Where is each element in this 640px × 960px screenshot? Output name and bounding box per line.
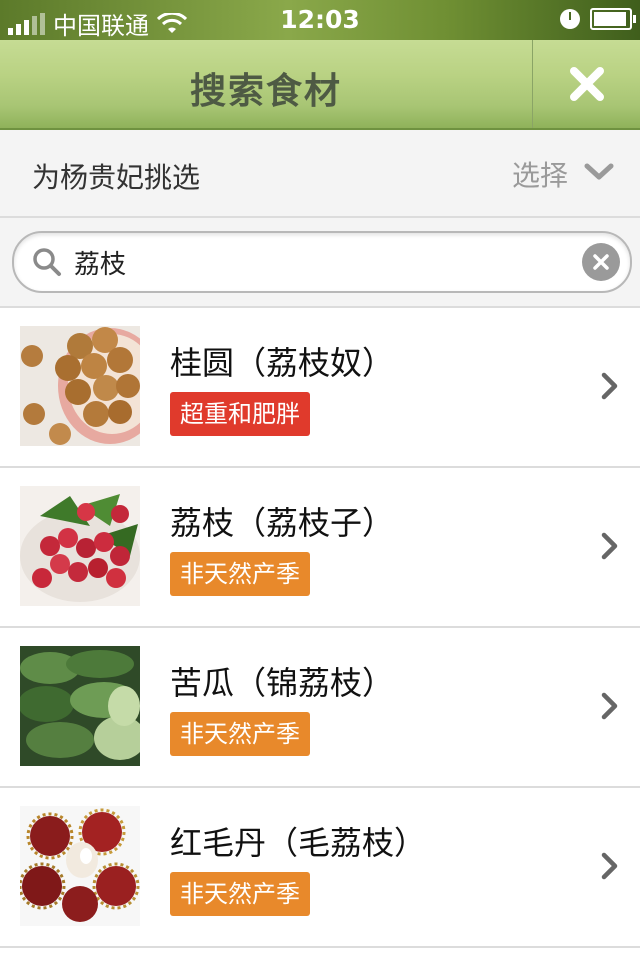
status-badge: 非天然产季: [170, 712, 310, 756]
status-badge: 超重和肥胖: [170, 392, 310, 436]
search-box[interactable]: [12, 231, 632, 293]
search-input[interactable]: [72, 243, 556, 281]
clear-search-icon[interactable]: [582, 243, 620, 281]
chevron-right-icon: [601, 372, 618, 400]
status-badge: 非天然产季: [170, 552, 310, 596]
close-icon: [570, 67, 604, 101]
item-name: 红毛丹（毛荔枝）: [170, 824, 427, 862]
item-name: 苦瓜（锦荔枝）: [170, 664, 395, 702]
page-title: 搜索食材: [189, 71, 342, 112]
alarm-clock-icon: [560, 9, 580, 29]
status-bar: 中国联通 12:03: [0, 0, 640, 40]
nav-header: 搜索食材: [0, 40, 640, 130]
chevron-down-icon: [584, 162, 614, 186]
target-person-label: 为杨贵妃挑选: [32, 161, 201, 194]
item-name: 桂圆（荔枝奴）: [170, 344, 395, 382]
select-button[interactable]: 选择: [512, 154, 614, 194]
close-button[interactable]: [532, 40, 640, 128]
battery-icon: [590, 8, 636, 30]
search-icon: [33, 248, 61, 276]
search-bar: [0, 218, 640, 308]
target-person-row[interactable]: 为杨贵妃挑选 选择: [0, 130, 640, 218]
status-right: [560, 8, 636, 30]
chevron-right-icon: [601, 852, 618, 880]
list-item[interactable]: 苦瓜（锦荔枝） 非天然产季: [0, 628, 640, 788]
select-label: 选择: [511, 159, 568, 192]
chevron-right-icon: [601, 532, 618, 560]
list-item[interactable]: 荔枝（荔枝子） 非天然产季: [0, 468, 640, 628]
list-item[interactable]: 桂圆（荔枝奴） 超重和肥胖: [0, 308, 640, 468]
bitter-melon-photo: [20, 646, 140, 766]
longan-photo: [20, 326, 140, 446]
item-name: 荔枝（荔枝子）: [170, 504, 395, 542]
chevron-right-icon: [601, 692, 618, 720]
result-list: 桂圆（荔枝奴） 超重和肥胖 荔枝（荔枝子） 非天然产季 苦瓜（锦荔枝） 非天然产…: [0, 308, 640, 948]
status-time: 12:03: [280, 5, 360, 34]
list-item[interactable]: 红毛丹（毛荔枝） 非天然产季: [0, 788, 640, 948]
rambutan-photo: [20, 806, 140, 926]
status-badge: 非天然产季: [170, 872, 310, 916]
lychee-photo: [20, 486, 140, 606]
